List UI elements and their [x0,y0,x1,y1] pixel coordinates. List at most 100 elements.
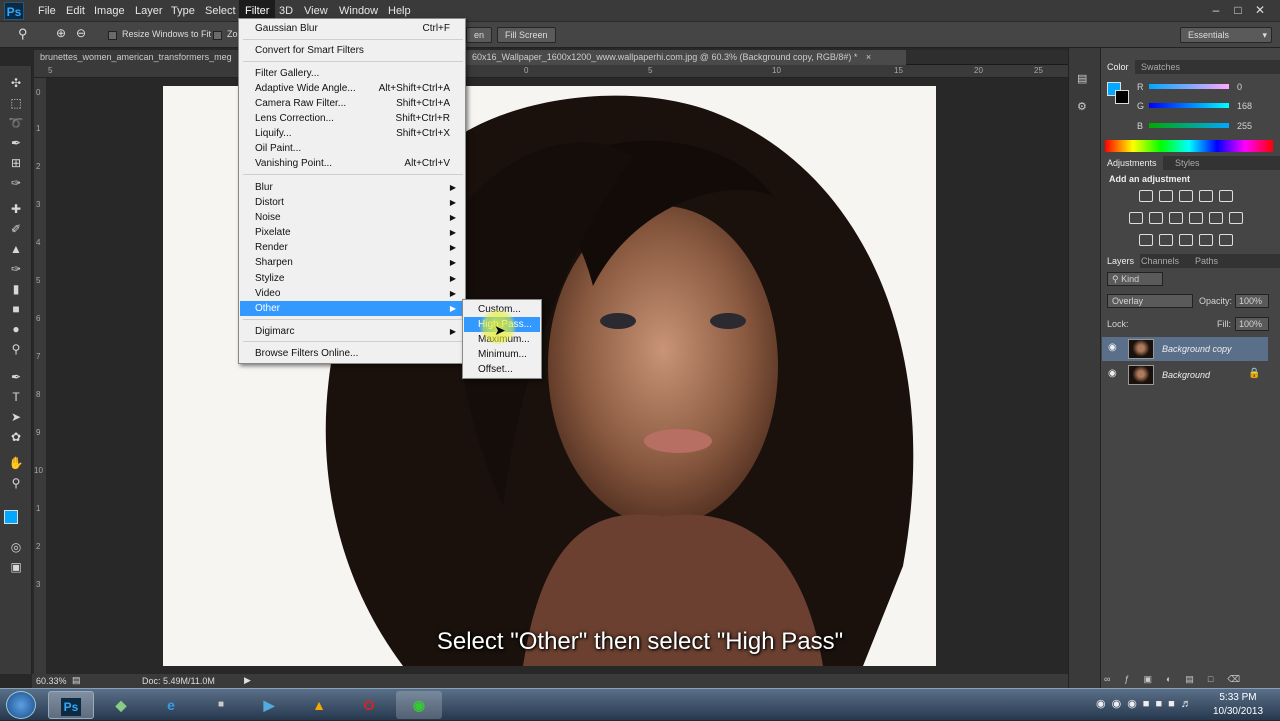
marquee-tool-icon[interactable]: ⬚ [4,94,28,112]
eraser-tool-icon[interactable]: ▮ [4,280,28,298]
status-share-icon[interactable]: ▤ [72,675,81,686]
menu-item-custom[interactable]: Custom... [464,302,540,317]
menu-item-smart-filters[interactable]: Convert for Smart Filters [240,43,464,58]
quick-select-tool-icon[interactable]: ✒ [4,134,28,152]
menu-item-distort[interactable]: Distort ▶ [240,195,464,210]
crop-tool-icon[interactable]: ⊞ [4,154,28,172]
fill-screen-button[interactable]: Fill Screen [497,27,556,43]
menu-item-blur[interactable]: Blur ▶ [240,180,464,195]
tab-adjustments[interactable]: Adjustments [1101,156,1163,170]
tab-styles[interactable]: Styles [1169,156,1206,170]
fill-input[interactable]: 100% [1235,317,1269,331]
menu-item-last-filter[interactable]: Gaussian Blur Ctrl+F [240,21,464,36]
eye-icon[interactable]: ◉ [1108,368,1117,379]
lasso-tool-icon[interactable]: ➰ [4,114,28,132]
vibrance-icon[interactable] [1219,190,1233,202]
menu-item-digimarc[interactable]: Digimarc ▶ [240,324,464,339]
photo-filter-icon[interactable] [1189,212,1203,224]
hand-tool-icon[interactable]: ✋ [4,454,28,472]
layer-row-background[interactable]: ◉ Background 🔒 [1102,363,1268,387]
shape-tool-icon[interactable]: ✿ [4,428,28,446]
menu-item-browse-filters[interactable]: Browse Filters Online... [240,346,464,361]
tab-channels[interactable]: Channels [1135,254,1185,268]
taskbar-photoshop[interactable]: Ps [48,691,94,719]
document-tab-1[interactable]: brunettes_women_american_transformers_me… [34,50,238,65]
ie-icon[interactable]: e [148,691,194,719]
pen-tool-icon[interactable]: ✒ [4,368,28,386]
menu-item-pixelate[interactable]: Pixelate ▶ [240,225,464,240]
minimize-icon[interactable]: – [1206,2,1226,18]
menu-item-oil-paint[interactable]: Oil Paint... [240,141,464,156]
curves-icon[interactable] [1179,190,1193,202]
menu-item-filter-gallery[interactable]: Filter Gallery... [240,66,464,81]
menu-item-other[interactable]: Other ▶ [240,301,464,316]
menu-item-liquify[interactable]: Liquify... Shift+Ctrl+X [240,126,464,141]
taskbar-app-icon[interactable]: ◆ [98,691,144,719]
r-value[interactable]: 0 [1237,82,1242,92]
posterize-icon[interactable] [1159,234,1173,246]
restore-icon[interactable]: □ [1228,2,1248,18]
zoom-level[interactable]: 60.33% [36,676,67,686]
gradient-tool-icon[interactable]: ■ [4,300,28,318]
taskbar-app-icon[interactable]: ■ [198,691,244,719]
move-tool-icon[interactable]: ✣ [4,74,28,92]
menu-item-lens-correction[interactable]: Lens Correction... Shift+Ctrl+R [240,111,464,126]
tab-swatches[interactable]: Swatches [1135,60,1186,74]
eye-icon[interactable]: ◉ [1108,342,1117,353]
path-selection-tool-icon[interactable]: ➤ [4,408,28,426]
link-layers-icon[interactable]: ∞ [1104,674,1124,684]
clone-stamp-tool-icon[interactable]: ▲ [4,240,28,258]
status-arrow-icon[interactable]: ▶ [244,675,251,686]
hue-saturation-icon[interactable] [1129,212,1143,224]
menu-item-stylize[interactable]: Stylize ▶ [240,271,464,286]
clock-time[interactable]: 5:33 PM [1218,692,1258,703]
layer-name[interactable]: Background copy [1162,344,1232,354]
group-icon[interactable]: ▤ [1185,674,1208,684]
g-slider[interactable] [1149,103,1229,108]
menu-item-render[interactable]: Render ▶ [240,240,464,255]
menu-item-minimum[interactable]: Minimum... [464,347,540,362]
zoom-tool-icon[interactable]: ⚲ [18,26,34,42]
fit-screen-button[interactable]: en [466,27,493,43]
exposure-icon[interactable] [1199,190,1213,202]
type-tool-icon[interactable]: T [4,388,28,406]
foreground-color-swatch[interactable] [4,510,18,524]
tab-paths[interactable]: Paths [1189,254,1224,268]
new-layer-icon[interactable]: □ [1208,674,1227,684]
color-balance-icon[interactable] [1149,212,1163,224]
layer-name[interactable]: Background [1162,370,1210,380]
menu-item-video[interactable]: Video ▶ [240,286,464,301]
media-player-icon[interactable]: ▶ [246,691,292,719]
invert-icon[interactable] [1139,234,1153,246]
trash-icon[interactable]: ⌫ [1227,674,1254,684]
layer-filter-kind[interactable]: ⚲ Kind [1107,272,1163,286]
fx-icon[interactable]: ƒ [1124,674,1143,684]
adjustment-layer-icon[interactable]: ◐ [1166,674,1185,684]
gradient-map-icon[interactable] [1199,234,1213,246]
color-spectrum[interactable] [1105,140,1273,152]
screen-mode-icon[interactable]: ▣ [4,558,28,576]
black-white-icon[interactable] [1169,212,1183,224]
start-button[interactable] [6,691,36,719]
zoom-all-checkbox[interactable] [213,31,222,40]
mask-icon[interactable]: ▣ [1143,674,1166,684]
history-brush-tool-icon[interactable]: ✑ [4,260,28,278]
background-color-swatch[interactable] [1115,90,1129,104]
menu-item-camera-raw[interactable]: Camera Raw Filter... Shift+Ctrl+A [240,96,464,111]
history-panel-icon[interactable]: ▤ [1077,72,1093,88]
healing-brush-tool-icon[interactable]: ✚ [4,200,28,218]
blend-mode-select[interactable]: Overlay [1107,294,1193,308]
menu-item-adaptive-wide-angle[interactable]: Adaptive Wide Angle... Alt+Shift+Ctrl+A [240,81,464,96]
menu-item-vanishing-point[interactable]: Vanishing Point... Alt+Ctrl+V [240,156,464,171]
quick-mask-icon[interactable]: ◎ [4,538,28,556]
chrome-icon[interactable]: ◉ [396,691,442,719]
zoom-in-icon[interactable]: ⊕ [56,26,72,42]
menu-type[interactable]: Type [165,0,201,22]
menu-select[interactable]: Select [199,0,242,22]
menu-layer[interactable]: Layer [129,0,169,22]
resize-windows-checkbox[interactable] [108,31,117,40]
menu-edit[interactable]: Edit [60,0,91,22]
properties-panel-icon[interactable]: ⚙ [1077,100,1093,116]
close-icon[interactable]: ✕ [1250,2,1270,18]
color-lookup-icon[interactable] [1229,212,1243,224]
